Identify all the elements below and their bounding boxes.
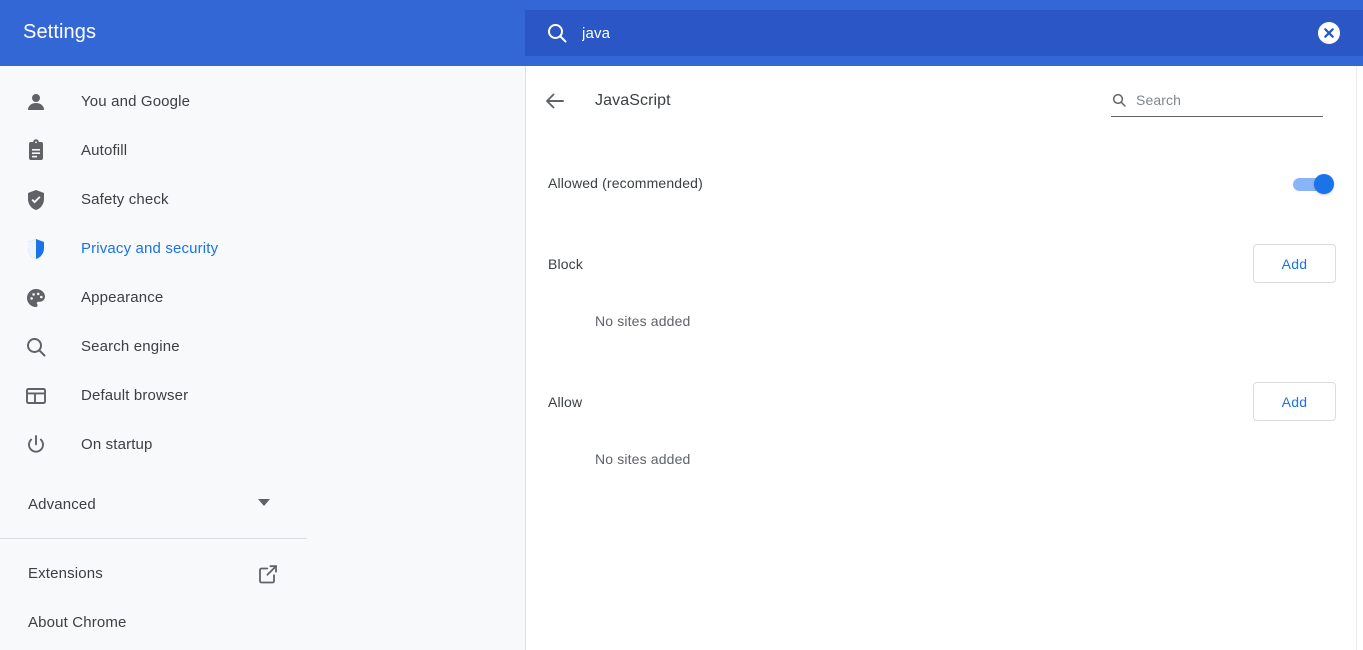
settings-sidebar: You and Google Autofill Safety check Pri… (0, 66, 525, 650)
chevron-down-icon (258, 499, 270, 506)
person-icon (24, 90, 48, 114)
sidebar-item-appearance[interactable]: Appearance (0, 274, 307, 322)
global-search-input[interactable] (582, 10, 1322, 56)
app-bar: Settings (0, 0, 1363, 66)
sidebar-item-label: Search engine (81, 338, 180, 355)
search-icon (24, 335, 48, 359)
back-arrow-icon[interactable] (543, 89, 567, 113)
sidebar-item-label: On startup (81, 436, 153, 453)
sidebar-divider (0, 538, 307, 539)
javascript-permission-toggle[interactable] (1293, 174, 1335, 194)
javascript-permission-label: Allowed (recommended) (548, 175, 703, 191)
sidebar-item-autofill[interactable]: Autofill (0, 127, 307, 175)
clipboard-icon (24, 139, 48, 163)
sidebar-advanced-label: Advanced (28, 496, 96, 513)
power-icon (24, 433, 48, 457)
shield-check-icon (24, 188, 48, 212)
sidebar-item-extensions[interactable]: Extensions (0, 550, 307, 598)
content-left-border (525, 66, 526, 650)
toggle-knob (1314, 174, 1334, 194)
content-header: JavaScript (525, 66, 1363, 140)
sidebar-item-advanced[interactable]: Advanced (0, 481, 307, 529)
sidebar-item-label: Privacy and security (81, 240, 219, 257)
content-right-border (1356, 66, 1357, 650)
sidebar-item-default-browser[interactable]: Default browser (0, 372, 307, 420)
add-button-block[interactable]: Add (1253, 244, 1336, 283)
global-search-box[interactable] (525, 10, 1363, 56)
palette-icon (24, 286, 48, 310)
sidebar-item-label: Appearance (81, 289, 164, 306)
sidebar-item-on-startup[interactable]: On startup (0, 421, 307, 469)
empty-state-text: No sites added (595, 313, 691, 329)
sidebar-item-you-and-google[interactable]: You and Google (0, 78, 307, 126)
sidebar-item-label: Extensions (28, 565, 103, 582)
sidebar-item-label: Safety check (81, 191, 169, 208)
external-link-icon[interactable] (256, 562, 280, 586)
sidebar-item-search-engine[interactable]: Search engine (0, 323, 307, 371)
shield-icon (24, 237, 48, 261)
sidebar-item-about-chrome[interactable]: About Chrome (0, 599, 307, 647)
clear-search-icon[interactable] (1317, 21, 1341, 45)
search-icon (545, 21, 569, 45)
javascript-permission-row: Allowed (recommended) (525, 164, 1363, 220)
sidebar-item-safety-check[interactable]: Safety check (0, 176, 307, 224)
add-button-allow[interactable]: Add (1253, 382, 1336, 421)
content-search-input[interactable] (1136, 88, 1316, 112)
content-search[interactable] (1111, 88, 1323, 117)
empty-state-text: No sites added (595, 451, 691, 467)
sidebar-item-label: Autofill (81, 142, 128, 159)
sidebar-item-label: About Chrome (28, 614, 127, 631)
page-title-settings: Settings (23, 21, 97, 43)
section-title: Block (548, 256, 583, 272)
sidebar-item-privacy-and-security[interactable]: Privacy and security (0, 225, 307, 273)
settings-content: JavaScript Allowed (recommended) Block A… (525, 66, 1363, 650)
browser-window-icon (24, 384, 48, 408)
sidebar-item-label: Default browser (81, 387, 189, 404)
search-icon (1111, 92, 1127, 108)
page-title: JavaScript (595, 92, 671, 109)
section-title: Allow (548, 394, 583, 410)
sidebar-item-label: You and Google (81, 93, 191, 110)
